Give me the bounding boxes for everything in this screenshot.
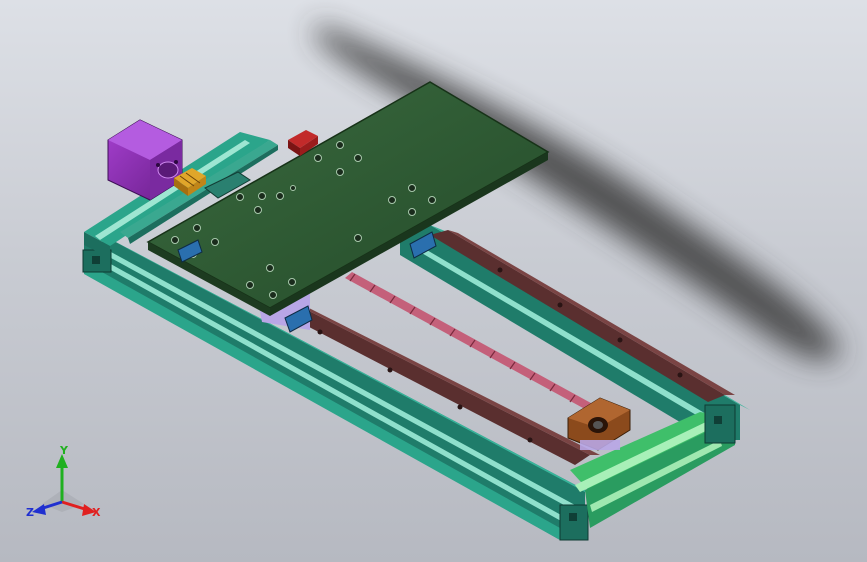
view-orientation-triad[interactable]: Y X Z <box>22 446 112 526</box>
front-right-endcap <box>559 504 589 541</box>
x-axis-label: X <box>92 506 101 519</box>
bearing-support-block[interactable] <box>567 397 631 451</box>
cad-model[interactable] <box>0 0 867 562</box>
z-axis-label: Z <box>26 506 34 519</box>
graphics-viewport[interactable]: Y X Z <box>0 0 867 562</box>
y-axis-label: Y <box>59 446 69 457</box>
